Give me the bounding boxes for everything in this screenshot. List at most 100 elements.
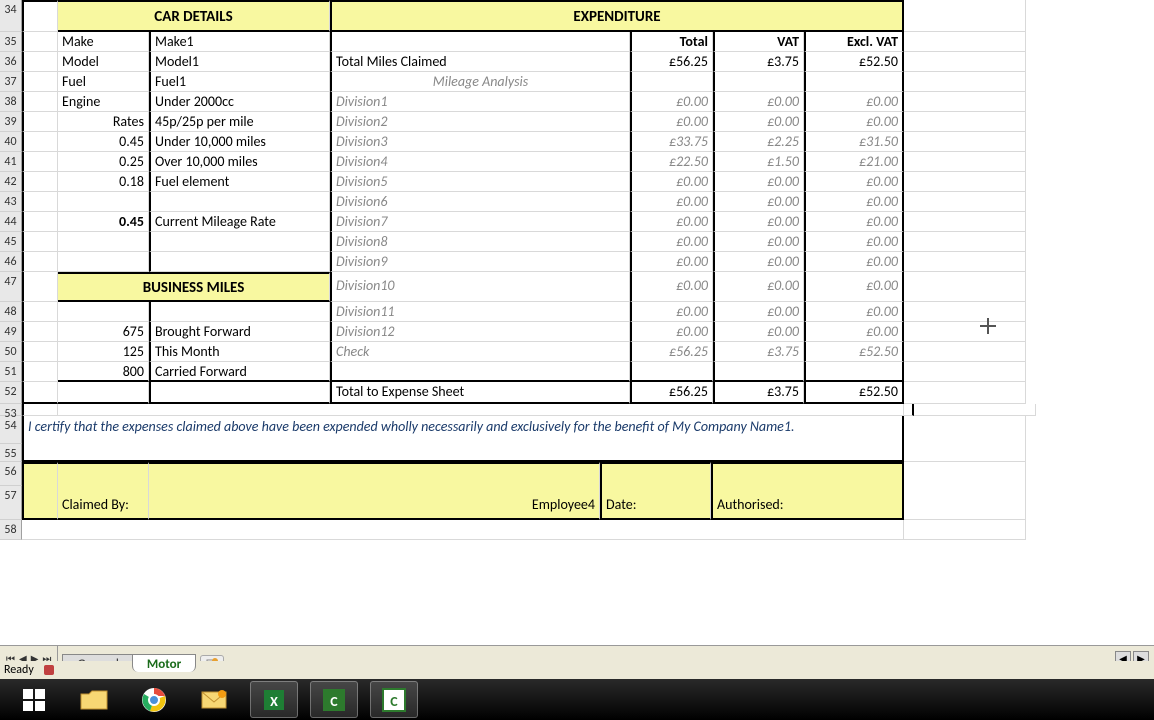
division-exvat[interactable]: £0.00 bbox=[804, 172, 904, 192]
cell[interactable] bbox=[22, 112, 58, 132]
cell[interactable] bbox=[904, 232, 1026, 252]
make-label[interactable]: Make bbox=[58, 32, 149, 52]
cell[interactable] bbox=[904, 32, 1026, 52]
division-name[interactable]: Division11 bbox=[330, 302, 630, 322]
cell[interactable] bbox=[904, 52, 1026, 72]
division-name[interactable]: Division6 bbox=[330, 192, 630, 212]
car-left[interactable] bbox=[58, 192, 149, 212]
car-right[interactable]: Under 10,000 miles bbox=[149, 132, 330, 152]
division-exvat[interactable]: £31.50 bbox=[804, 132, 904, 152]
division-total[interactable]: £0.00 bbox=[630, 92, 713, 112]
cell[interactable] bbox=[22, 404, 58, 416]
division-vat[interactable]: £0.00 bbox=[713, 92, 804, 112]
cell[interactable] bbox=[904, 72, 1026, 92]
cell[interactable] bbox=[22, 92, 58, 112]
date-label[interactable]: Date: bbox=[600, 462, 711, 520]
car-right[interactable]: 45p/25p per mile bbox=[149, 112, 330, 132]
car-left[interactable]: Rates bbox=[58, 112, 149, 132]
certification-text[interactable]: I certify that the expenses claimed abov… bbox=[22, 416, 904, 462]
division-vat[interactable]: £0.00 bbox=[713, 212, 804, 232]
row-header[interactable]: 55 bbox=[0, 444, 22, 462]
cell[interactable] bbox=[904, 342, 1026, 362]
tm-value[interactable]: 125 bbox=[58, 342, 149, 362]
cell[interactable] bbox=[330, 32, 630, 52]
cell[interactable] bbox=[22, 520, 904, 540]
grand-exvat[interactable]: £52.50 bbox=[804, 382, 904, 404]
cell[interactable] bbox=[149, 382, 330, 404]
row-header[interactable]: 37 bbox=[0, 72, 22, 92]
car-details-header[interactable]: CAR DETAILS bbox=[58, 0, 330, 32]
division-total[interactable]: £0.00 bbox=[630, 302, 713, 322]
claimed-by-label[interactable]: Claimed By: bbox=[58, 462, 149, 520]
model-value[interactable]: Model1 bbox=[149, 52, 330, 72]
car-left[interactable]: 0.45 bbox=[58, 132, 149, 152]
cell[interactable] bbox=[22, 382, 58, 404]
cell[interactable] bbox=[904, 192, 1026, 212]
cell[interactable] bbox=[630, 72, 713, 92]
check-total[interactable]: £56.25 bbox=[630, 342, 713, 362]
row-header[interactable]: 42 bbox=[0, 172, 22, 192]
row-header[interactable]: 52 bbox=[0, 382, 22, 404]
row-header[interactable]: 53 bbox=[0, 404, 22, 416]
cell[interactable] bbox=[904, 520, 1026, 540]
grid[interactable]: CAR DETAILS EXPENDITURE Make Make1 Total… bbox=[22, 0, 1154, 540]
camtasia-button[interactable]: C bbox=[310, 681, 358, 718]
division-total[interactable]: £0.00 bbox=[630, 232, 713, 252]
division-exvat[interactable]: £0.00 bbox=[804, 252, 904, 272]
cell[interactable] bbox=[22, 232, 58, 252]
cell[interactable] bbox=[22, 52, 58, 72]
division-name[interactable]: Division10 bbox=[330, 272, 630, 302]
division-exvat[interactable]: £0.00 bbox=[804, 302, 904, 322]
total-miles-exvat[interactable]: £52.50 bbox=[804, 52, 904, 72]
cell[interactable] bbox=[804, 362, 904, 382]
division-total[interactable]: £33.75 bbox=[630, 132, 713, 152]
cell[interactable] bbox=[713, 72, 804, 92]
row-header[interactable]: 46 bbox=[0, 252, 22, 272]
division-exvat[interactable]: £0.00 bbox=[804, 112, 904, 132]
cell[interactable] bbox=[22, 342, 58, 362]
cell[interactable] bbox=[22, 302, 58, 322]
expenditure-header[interactable]: EXPENDITURE bbox=[330, 0, 904, 32]
grand-total[interactable]: £56.25 bbox=[630, 382, 713, 404]
employee-name[interactable]: Employee4 bbox=[149, 462, 600, 520]
fuel-value[interactable]: Fuel1 bbox=[149, 72, 330, 92]
car-right[interactable]: Under 2000cc bbox=[149, 92, 330, 112]
row-header[interactable]: 43 bbox=[0, 192, 22, 212]
cell[interactable] bbox=[22, 272, 58, 302]
cell[interactable] bbox=[904, 322, 1026, 342]
check-label[interactable]: Check bbox=[330, 342, 630, 362]
division-exvat[interactable]: £0.00 bbox=[804, 92, 904, 112]
cell[interactable] bbox=[904, 132, 1026, 152]
check-exvat[interactable]: £52.50 bbox=[804, 342, 904, 362]
cell[interactable] bbox=[58, 404, 904, 416]
cell[interactable] bbox=[904, 302, 1026, 322]
division-exvat[interactable]: £0.00 bbox=[804, 192, 904, 212]
row-header[interactable]: 51 bbox=[0, 362, 22, 382]
vat-header[interactable]: VAT bbox=[713, 32, 804, 52]
division-vat[interactable]: £0.00 bbox=[713, 112, 804, 132]
row-header[interactable]: 40 bbox=[0, 132, 22, 152]
row-header[interactable]: 58 bbox=[0, 520, 22, 540]
cell[interactable] bbox=[58, 382, 149, 404]
cell[interactable] bbox=[904, 172, 1026, 192]
division-total[interactable]: £0.00 bbox=[630, 252, 713, 272]
division-vat[interactable]: £0.00 bbox=[713, 172, 804, 192]
division-total[interactable]: £22.50 bbox=[630, 152, 713, 172]
car-left[interactable]: Engine bbox=[58, 92, 149, 112]
row-header[interactable]: 57 bbox=[0, 486, 22, 520]
cell[interactable] bbox=[904, 272, 1026, 302]
row-header[interactable]: 54 bbox=[0, 416, 22, 444]
division-total[interactable]: £0.00 bbox=[630, 322, 713, 342]
cell[interactable] bbox=[22, 152, 58, 172]
division-name[interactable]: Division4 bbox=[330, 152, 630, 172]
cell[interactable] bbox=[22, 362, 58, 382]
division-vat[interactable]: £1.50 bbox=[713, 152, 804, 172]
cell[interactable] bbox=[58, 302, 149, 322]
excel-button[interactable]: X bbox=[250, 681, 298, 718]
row-header[interactable]: 56 bbox=[0, 462, 22, 486]
division-name[interactable]: Division5 bbox=[330, 172, 630, 192]
cell[interactable] bbox=[904, 212, 1026, 232]
cell[interactable] bbox=[22, 72, 58, 92]
division-name[interactable]: Division8 bbox=[330, 232, 630, 252]
cell[interactable] bbox=[713, 362, 804, 382]
